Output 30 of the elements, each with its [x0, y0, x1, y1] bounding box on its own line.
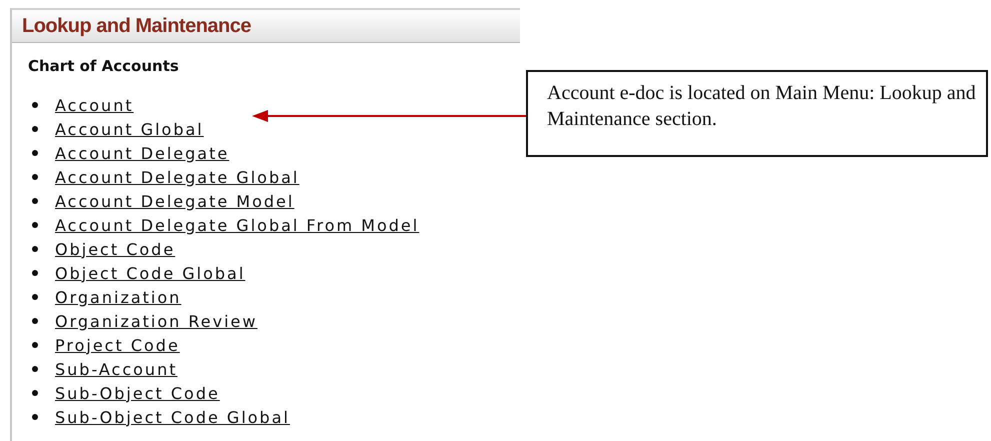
bullet-icon: [32, 414, 38, 420]
menu-link[interactable]: Account Global: [55, 120, 204, 138]
section-heading: Chart of Accounts: [28, 57, 179, 75]
menu-link[interactable]: Sub-Object Code: [55, 384, 220, 402]
bullet-icon: [32, 198, 38, 204]
bullet-icon: [32, 390, 38, 396]
menu-link[interactable]: Account Delegate Global From Model: [55, 216, 420, 234]
menu-link[interactable]: Project Code: [55, 336, 180, 354]
bullet-icon: [32, 150, 38, 156]
menu-link[interactable]: Account Delegate: [55, 144, 230, 162]
menu-link[interactable]: Account: [55, 96, 134, 114]
bullet-icon: [32, 222, 38, 228]
bullet-icon: [32, 174, 38, 180]
bullet-icon: [32, 342, 38, 348]
menu-link[interactable]: Sub-Object Code Global: [55, 408, 290, 426]
menu-link[interactable]: Organization Review: [55, 312, 258, 330]
menu-link[interactable]: Object Code Global: [55, 264, 246, 282]
bullet-icon: [32, 366, 38, 372]
bullet-icon: [32, 318, 38, 324]
bullet-icon: [32, 294, 38, 300]
menu-link[interactable]: Account Delegate Model: [55, 192, 294, 210]
menu-link[interactable]: Object Code: [55, 240, 176, 258]
callout-note: Account e-doc is located on Main Menu: Lookup and Maintenance section.: [526, 70, 988, 157]
menu-link[interactable]: Account Delegate Global: [55, 168, 300, 186]
bullet-icon: [32, 102, 38, 108]
bullet-icon: [32, 270, 38, 276]
bullet-icon: [32, 126, 38, 132]
menu-link[interactable]: Organization: [55, 288, 182, 306]
bullet-icon: [32, 246, 38, 252]
menu-link[interactable]: Sub-Account: [55, 360, 178, 378]
